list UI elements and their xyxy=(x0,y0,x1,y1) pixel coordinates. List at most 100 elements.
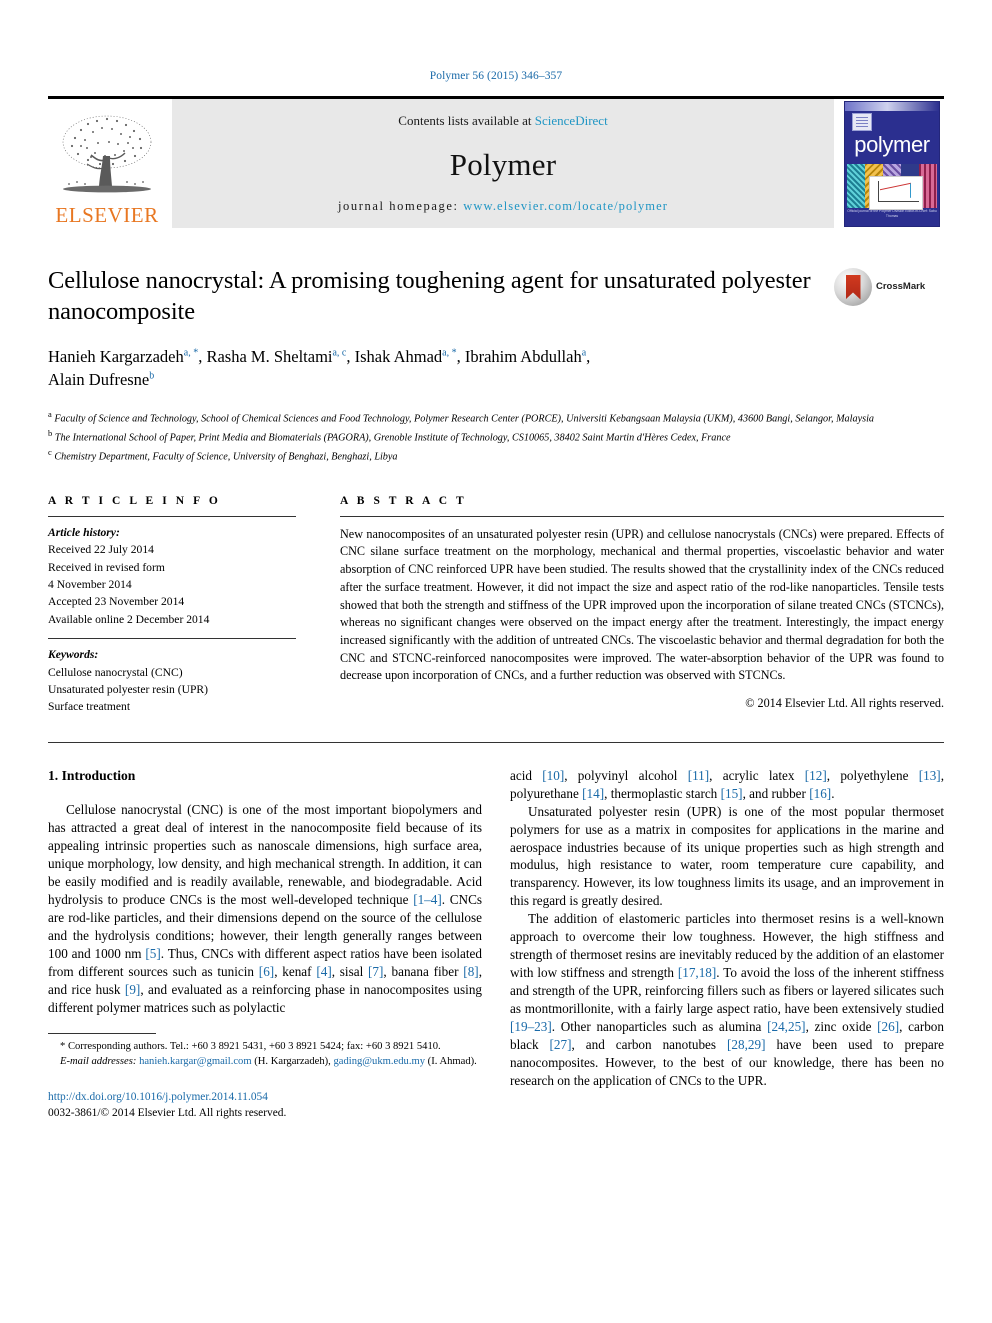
corresponding-author-note: * Corresponding authors. Tel.: +60 3 892… xyxy=(60,1040,441,1052)
paragraph-intro-1: Cellulose nanocrystal (CNC) is one of th… xyxy=(48,801,482,1016)
crossmark-badge[interactable]: CrossMark xyxy=(834,266,944,392)
abstract-text: New nanocomposites of an unsaturated pol… xyxy=(340,526,944,683)
article-info-heading: A R T I C L E I N F O xyxy=(48,494,221,507)
author-name: Ibrahim Abdullah xyxy=(464,346,582,366)
author-name: Hanieh Kargarzadeh xyxy=(48,346,184,366)
paragraph-text: . Other nanoparticles such as alumina xyxy=(551,1019,768,1035)
citation-link[interactable]: [17,18] xyxy=(678,965,716,980)
article-info-column: A R T I C L E I N F O Article history: R… xyxy=(48,495,318,726)
affiliation-list: a Faculty of Science and Technology, Sch… xyxy=(48,408,944,465)
author-separator: , xyxy=(586,346,591,366)
homepage-prefix: journal homepage: xyxy=(337,199,464,213)
author-list: Hanieh Kargarzadeha, *, Rasha M. Sheltam… xyxy=(48,345,820,392)
abstract-column: A B S T R A C T New nanocomposites of an… xyxy=(318,495,944,726)
abstract-copyright: © 2014 Elsevier Ltd. All rights reserved… xyxy=(745,695,944,710)
paragraph-text: , zinc oxide xyxy=(805,1019,878,1035)
affiliation-text: Faculty of Science and Technology, Schoo… xyxy=(54,412,874,424)
doi-footer: http://dx.doi.org/10.1016/j.polymer.2014… xyxy=(48,1089,482,1122)
citation-link[interactable]: [28,29] xyxy=(727,1037,765,1052)
body-column-right: acid [10], polyvinyl alcohol [11], acryl… xyxy=(510,767,944,1122)
body-columns: 1. Introduction Cellulose nanocrystal (C… xyxy=(48,767,944,1122)
citation-link[interactable]: [13] xyxy=(919,768,941,783)
citation-link[interactable]: [7] xyxy=(368,964,383,979)
abstract-heading: A B S T R A C T xyxy=(340,494,467,507)
affiliation-mark: a xyxy=(48,408,52,419)
author-name: Rasha M. Sheltami xyxy=(206,346,333,366)
title-row: Cellulose nanocrystal: A promising tough… xyxy=(48,266,944,392)
contents-prefix: Contents lists available at xyxy=(398,113,535,128)
affiliation-mark: b xyxy=(48,427,53,438)
paragraph-intro-3: The addition of elastomeric particles in… xyxy=(510,910,944,1090)
paragraph-text: , thermoplastic starch xyxy=(604,785,721,801)
citation-link[interactable]: [4] xyxy=(316,964,331,979)
history-item: Received in revised form xyxy=(48,560,165,574)
paragraph-text: , kenaf xyxy=(274,963,317,979)
crossmark-icon xyxy=(834,268,872,306)
journal-title: Polymer xyxy=(449,146,557,182)
keyword-item: Unsaturated polyester resin (UPR) xyxy=(48,682,209,696)
paragraph-text: acid xyxy=(510,767,543,783)
page-title: Cellulose nanocrystal: A promising tough… xyxy=(48,267,811,325)
author-affiliation-marks: a, * xyxy=(183,347,199,359)
citation-link[interactable]: [10] xyxy=(542,768,564,783)
citation-link[interactable]: [26] xyxy=(877,1019,899,1034)
elsevier-tree-chip-icon xyxy=(852,112,872,131)
affiliation-item: c Chemistry Department, Faculty of Scien… xyxy=(48,446,944,465)
affiliation-item: a Faculty of Science and Technology, Sch… xyxy=(48,408,944,427)
email-link[interactable]: gading@ukm.edu.my xyxy=(333,1056,425,1067)
citation-link[interactable]: [16] xyxy=(809,786,831,801)
email-note: E-mail addresses: hanieh.kargar@gmail.co… xyxy=(48,1054,482,1069)
citation-link[interactable]: [1–4] xyxy=(413,892,442,907)
paragraph-text: , and carbon nanotubes xyxy=(571,1037,728,1052)
email-label: E-mail addresses: xyxy=(60,1055,137,1067)
issn-copyright: 0032-3861/© 2014 Elsevier Ltd. All right… xyxy=(48,1107,287,1120)
article-page: Polymer 56 (2015) 346–357 ELSEVIER Conte… xyxy=(0,0,992,1323)
doi-link[interactable]: http://dx.doi.org/10.1016/j.polymer.2014… xyxy=(48,1091,268,1103)
citation-link[interactable]: [11] xyxy=(688,768,709,783)
keywords-label: Keywords: xyxy=(48,648,99,662)
info-abstract-section: A R T I C L E I N F O Article history: R… xyxy=(48,495,944,726)
footnote-divider xyxy=(48,1032,156,1034)
citation-link[interactable]: [15] xyxy=(721,786,743,801)
journal-cover-image: polymer Official journal of the Polymer … xyxy=(844,100,940,227)
citation-link[interactable]: [24,25] xyxy=(767,1019,805,1034)
history-item: 4 November 2014 xyxy=(48,577,132,591)
paragraph-intro-2: Unsaturated polyester resin (UPR) is one… xyxy=(510,803,944,909)
history-item: Accepted 23 November 2014 xyxy=(48,595,185,609)
history-item: Available online 2 December 2014 xyxy=(48,612,210,626)
author-separator: , xyxy=(346,346,355,366)
email-link[interactable]: hanieh.kargar@gmail.com xyxy=(139,1056,252,1067)
author-name: Ishak Ahmad xyxy=(354,346,443,366)
citation-link[interactable]: [8] xyxy=(463,964,478,979)
citation-link[interactable]: [5] xyxy=(145,946,160,961)
citation-link[interactable]: [14] xyxy=(582,786,604,801)
article-history-block: Article history: Received 22 July 2014 R… xyxy=(48,517,296,638)
body-column-left: 1. Introduction Cellulose nanocrystal (C… xyxy=(48,767,482,1122)
keyword-item: Cellulose nanocrystal (CNC) xyxy=(48,665,183,679)
citation-link[interactable]: [6] xyxy=(259,964,274,979)
elsevier-logo: ELSEVIER xyxy=(48,99,166,228)
author-name: Alain Dufresne xyxy=(48,370,150,390)
footnote-block: * Corresponding authors. Tel.: +60 3 892… xyxy=(48,1032,482,1069)
citation-link[interactable]: [9] xyxy=(125,982,140,997)
citation-link[interactable]: [19–23] xyxy=(510,1019,552,1034)
paragraph-text: , polyethylene xyxy=(826,767,919,783)
author-separator: , xyxy=(456,346,465,366)
section-heading-introduction: 1. Introduction xyxy=(48,767,136,783)
author-affiliation-marks: a, c xyxy=(332,347,347,359)
author-affiliation-marks: a, * xyxy=(442,347,457,359)
journal-homepage-line: journal homepage: www.elsevier.com/locat… xyxy=(182,199,824,214)
sciencedirect-link[interactable]: ScienceDirect xyxy=(535,113,608,128)
affiliation-text: Chemistry Department, Faculty of Science… xyxy=(54,451,398,463)
citation-link[interactable]: [12] xyxy=(805,768,827,783)
affiliation-item: b The International School of Paper, Pri… xyxy=(48,427,944,446)
paragraph-intro-1-cont: acid [10], polyvinyl alcohol [11], acryl… xyxy=(510,767,944,803)
keyword-item: Surface treatment xyxy=(48,700,131,714)
email-owner: (I. Ahmad). xyxy=(425,1055,477,1067)
journal-cover: polymer Official journal of the Polymer … xyxy=(840,99,944,228)
running-head: Polymer 56 (2015) 346–357 xyxy=(429,70,563,82)
citation-link[interactable]: [27] xyxy=(550,1037,572,1052)
history-item: Received 22 July 2014 xyxy=(48,543,154,557)
journal-homepage-link[interactable]: www.elsevier.com/locate/polymer xyxy=(463,199,668,213)
paragraph-text: , acrylic latex xyxy=(709,767,805,783)
